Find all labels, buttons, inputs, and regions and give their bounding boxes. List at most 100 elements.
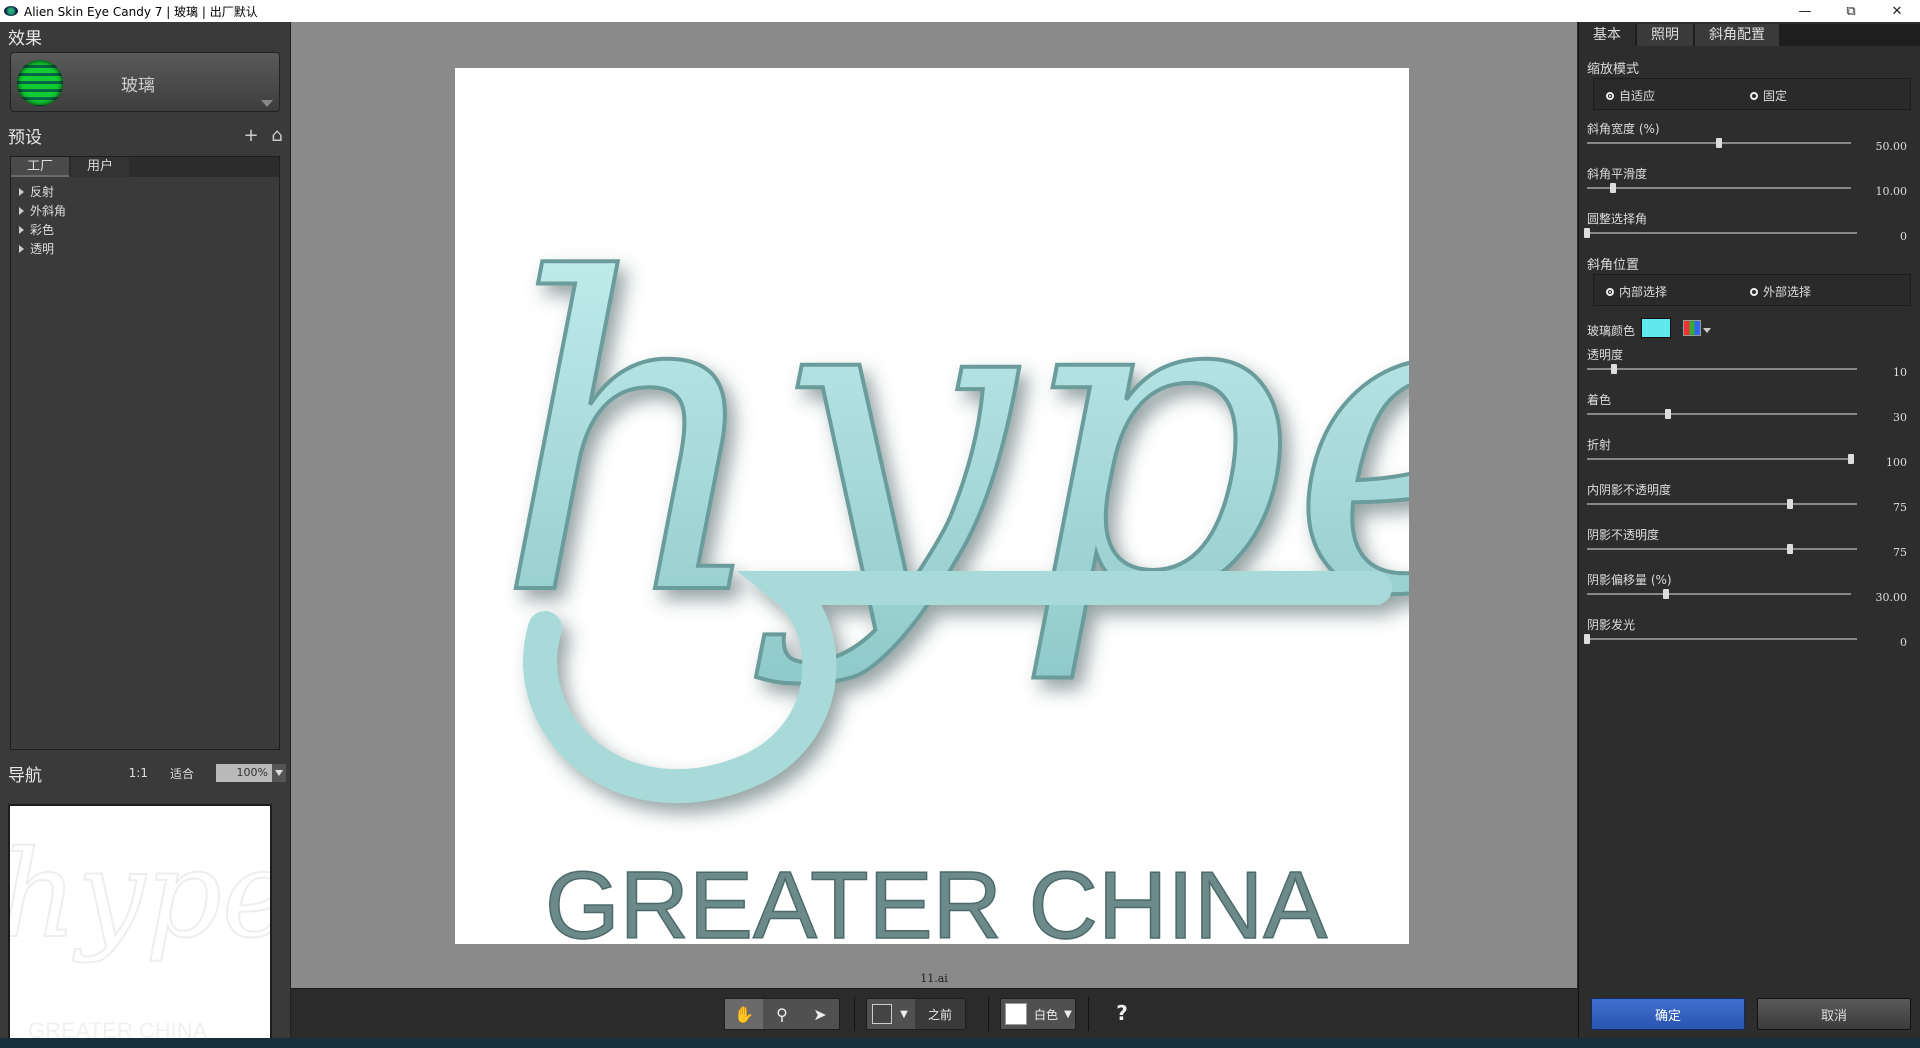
split-view-dropdown-icon[interactable]: ▼	[897, 999, 911, 1029]
canvas-area[interactable]: hype GREATER CHINA 11.ai	[291, 22, 1577, 988]
expand-arrow-icon[interactable]	[19, 226, 24, 234]
zoom-1to1-button[interactable]: 1:1	[129, 766, 148, 780]
refraction-value[interactable]: 100	[1886, 456, 1907, 469]
tab-bevel-profile[interactable]: 斜角配置	[1695, 24, 1779, 46]
inner-shadow-label: 内阴影不透明度	[1587, 483, 1672, 497]
palette-icon[interactable]	[1683, 320, 1701, 336]
pointer-tool-icon[interactable]: ➤	[801, 999, 839, 1029]
document-canvas[interactable]: hype GREATER CHINA	[455, 68, 1409, 944]
glass-color-swatch[interactable]	[1641, 318, 1671, 338]
refraction-label: 折射	[1587, 438, 1612, 452]
app-eye-icon	[4, 6, 18, 16]
zoom-dropdown-icon[interactable]	[272, 764, 286, 782]
slider-thumb[interactable]	[1786, 499, 1793, 509]
effect-selector[interactable]: 玻璃	[10, 52, 280, 112]
inner-shadow-value[interactable]: 75	[1893, 501, 1907, 514]
radio-label: 外部选择	[1763, 285, 1812, 299]
slider-thumb[interactable]	[1848, 454, 1854, 464]
zoom-mode-label: 缩放模式	[1587, 62, 1640, 77]
radio-auto-fit[interactable]: 自适应	[1606, 87, 1655, 104]
slider-thumb[interactable]	[1611, 364, 1617, 374]
shadow-glow-value[interactable]: 0	[1900, 636, 1907, 649]
navigator-preview[interactable]: hype GREATER CHINA	[8, 804, 272, 1048]
close-icon[interactable]: ✕	[1874, 0, 1920, 22]
bevel-width-slider[interactable]	[1587, 138, 1851, 148]
refraction-slider[interactable]	[1587, 454, 1854, 464]
ok-button[interactable]: 确定	[1591, 998, 1745, 1030]
restore-icon[interactable]: ⧉	[1828, 0, 1874, 22]
hand-tool-icon[interactable]: ✋	[725, 999, 763, 1029]
round-corners-label: 圆整选择角	[1587, 212, 1648, 226]
radio-off-icon	[1750, 287, 1758, 296]
slider-thumb[interactable]	[1665, 409, 1671, 419]
chevron-down-icon[interactable]	[261, 100, 273, 107]
taskbar-strip	[0, 1038, 1920, 1048]
tree-item[interactable]: 透明	[11, 240, 279, 259]
background-color-label[interactable]: 白色	[1031, 999, 1061, 1029]
inner-shadow-slider[interactable]	[1587, 499, 1857, 509]
bevel-width-value[interactable]: 50.00	[1876, 140, 1908, 153]
before-button[interactable]: 之前	[915, 999, 965, 1029]
preset-panel: 工厂 用户 反射 外斜角 彩色 透明	[10, 156, 280, 750]
bevel-position-group: 内部选择 外部选择	[1593, 274, 1911, 306]
zoom-input[interactable]: 100%	[216, 764, 272, 782]
tint-label: 着色	[1587, 393, 1612, 407]
artwork-caption: GREATER CHINA	[545, 852, 1327, 944]
radio-inside-selection[interactable]: 内部选择	[1606, 283, 1667, 300]
shadow-glow-slider[interactable]	[1584, 634, 1857, 644]
bevel-smooth-slider[interactable]	[1587, 183, 1851, 193]
minimize-icon[interactable]: —	[1782, 0, 1828, 22]
cancel-button[interactable]: 取消	[1757, 998, 1911, 1030]
slider-thumb[interactable]	[1610, 183, 1617, 193]
slider-thumb[interactable]	[1663, 589, 1670, 599]
presets-header: 预设 + ⌂	[0, 122, 290, 148]
expand-arrow-icon[interactable]	[19, 188, 24, 196]
toolbar-divider	[854, 997, 855, 1031]
round-corners-slider[interactable]	[1584, 228, 1857, 238]
opacity-value[interactable]: 10	[1893, 366, 1907, 379]
tab-basic[interactable]: 基本	[1579, 24, 1635, 46]
tree-item[interactable]: 外斜角	[11, 202, 279, 221]
shadow-offset-slider[interactable]	[1587, 589, 1851, 599]
left-panel: 效果 玻璃 预设 + ⌂ 工厂 用户 反射 外斜角 彩色 透明 导航 1:1 适…	[0, 22, 291, 1048]
split-view-icon[interactable]	[867, 999, 897, 1029]
slider-thumb[interactable]	[1584, 228, 1590, 238]
expand-arrow-icon[interactable]	[19, 207, 24, 215]
background-swatch-icon[interactable]	[1001, 999, 1031, 1029]
artwork-preview: hype GREATER CHINA	[493, 188, 1409, 944]
tool-group: ✋ ⚲ ➤	[724, 998, 840, 1030]
bevel-smooth-value[interactable]: 10.00	[1876, 185, 1908, 198]
help-icon[interactable]: ?	[1103, 998, 1141, 1028]
slider-thumb[interactable]	[1716, 138, 1722, 148]
radio-fixed[interactable]: 固定	[1750, 87, 1787, 104]
shadow-offset-value[interactable]: 30.00	[1876, 591, 1908, 604]
slider-thumb[interactable]	[1584, 634, 1590, 644]
background-dropdown-icon[interactable]: ▼	[1061, 999, 1075, 1029]
shadow-opacity-slider[interactable]	[1587, 544, 1857, 554]
add-preset-icon[interactable]: +	[238, 125, 264, 146]
tab-lighting[interactable]: 照明	[1637, 24, 1693, 46]
tint-slider[interactable]	[1587, 409, 1857, 419]
navigation-title: 导航	[8, 765, 42, 786]
glass-effect-icon	[17, 60, 63, 106]
tab-user[interactable]: 用户	[71, 157, 130, 177]
radio-on-icon	[1606, 91, 1614, 100]
zoom-fit-button[interactable]: 适合	[170, 765, 194, 782]
radio-outside-selection[interactable]: 外部选择	[1750, 283, 1811, 300]
expand-arrow-icon[interactable]	[19, 245, 24, 253]
toolbar-divider	[1088, 997, 1089, 1031]
tint-value[interactable]: 30	[1893, 411, 1907, 424]
tree-item[interactable]: 反射	[11, 183, 279, 202]
slider-thumb[interactable]	[1786, 544, 1793, 554]
effects-title: 效果	[8, 29, 42, 49]
zoom-tool-icon[interactable]: ⚲	[763, 999, 801, 1029]
window-title: Alien Skin Eye Candy 7 | 玻璃 | 出厂默认	[24, 4, 258, 19]
palette-dropdown-icon[interactable]	[1703, 328, 1711, 333]
home-icon[interactable]: ⌂	[264, 125, 290, 146]
radio-on-icon	[1606, 287, 1614, 296]
opacity-slider[interactable]	[1587, 364, 1857, 374]
tree-item[interactable]: 彩色	[11, 221, 279, 240]
tab-factory[interactable]: 工厂	[11, 157, 70, 177]
shadow-opacity-value[interactable]: 75	[1893, 546, 1907, 559]
round-corners-value[interactable]: 0	[1900, 230, 1907, 243]
